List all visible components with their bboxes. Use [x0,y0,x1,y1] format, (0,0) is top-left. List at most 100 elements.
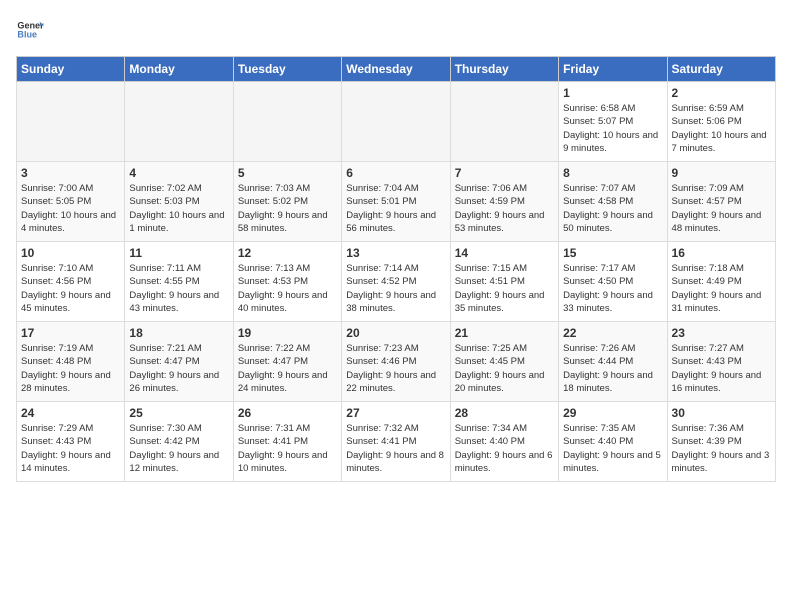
calendar-table: SundayMondayTuesdayWednesdayThursdayFrid… [16,56,776,482]
logo: General Blue [16,16,44,44]
day-info: Sunrise: 7:14 AM Sunset: 4:52 PM Dayligh… [346,262,445,315]
day-info: Sunrise: 7:23 AM Sunset: 4:46 PM Dayligh… [346,342,445,395]
day-info: Sunrise: 7:29 AM Sunset: 4:43 PM Dayligh… [21,422,120,475]
calendar-cell: 29 Sunrise: 7:35 AM Sunset: 4:40 PM Dayli… [559,402,667,482]
day-number: 11 [129,246,228,260]
day-header-wednesday: Wednesday [342,57,450,82]
day-info: Sunrise: 7:27 AM Sunset: 4:43 PM Dayligh… [672,342,771,395]
day-number: 8 [563,166,662,180]
calendar-cell [125,82,233,162]
day-header-monday: Monday [125,57,233,82]
day-number: 18 [129,326,228,340]
day-info: Sunrise: 7:36 AM Sunset: 4:39 PM Dayligh… [672,422,771,475]
calendar-cell: 1 Sunrise: 6:58 AM Sunset: 5:07 PM Daylig… [559,82,667,162]
calendar-cell [233,82,341,162]
day-info: Sunrise: 7:19 AM Sunset: 4:48 PM Dayligh… [21,342,120,395]
day-header-sunday: Sunday [17,57,125,82]
calendar-cell: 26Sunrise: 7:31 AM Sunset: 4:41 PM Dayli… [233,402,341,482]
day-number: 12 [238,246,337,260]
day-number: 9 [672,166,771,180]
calendar-cell: 19 Sunrise: 7:22 AM Sunset: 4:47 PM Dayli… [233,322,341,402]
day-header-tuesday: Tuesday [233,57,341,82]
day-info: Sunrise: 7:17 AM Sunset: 4:50 PM Dayligh… [563,262,662,315]
day-number: 6 [346,166,445,180]
calendar-cell: 9 Sunrise: 7:09 AM Sunset: 4:57 PM Daylig… [667,162,775,242]
day-info: Sunrise: 7:13 AM Sunset: 4:53 PM Dayligh… [238,262,337,315]
calendar-cell: 16 Sunrise: 7:18 AM Sunset: 4:49 PM Dayli… [667,242,775,322]
day-info: Sunrise: 7:00 AM Sunset: 5:05 PM Dayligh… [21,182,120,235]
day-info: Sunrise: 7:22 AM Sunset: 4:47 PM Dayligh… [238,342,337,395]
day-number: 2 [672,86,771,100]
generalblue-logo-icon: General Blue [16,16,44,44]
day-info: Sunrise: 7:35 AM Sunset: 4:40 PM Dayligh… [563,422,662,475]
day-number: 24 [21,406,120,420]
day-info: Sunrise: 7:06 AM Sunset: 4:59 PM Dayligh… [455,182,554,235]
calendar-cell [450,82,558,162]
day-number: 17 [21,326,120,340]
day-info: Sunrise: 7:18 AM Sunset: 4:49 PM Dayligh… [672,262,771,315]
day-info: Sunrise: 7:15 AM Sunset: 4:51 PM Dayligh… [455,262,554,315]
day-number: 7 [455,166,554,180]
day-number: 13 [346,246,445,260]
calendar-cell: 2 Sunrise: 6:59 AM Sunset: 5:06 PM Daylig… [667,82,775,162]
day-number: 22 [563,326,662,340]
day-info: Sunrise: 7:09 AM Sunset: 4:57 PM Dayligh… [672,182,771,235]
day-info: Sunrise: 7:25 AM Sunset: 4:45 PM Dayligh… [455,342,554,395]
calendar-week-row: 10 Sunrise: 7:10 AM Sunset: 4:56 PM Dayli… [17,242,776,322]
calendar-cell: 27 Sunrise: 7:32 AM Sunset: 4:41 PM Dayli… [342,402,450,482]
calendar-cell: 8 Sunrise: 7:07 AM Sunset: 4:58 PM Daylig… [559,162,667,242]
calendar-cell: 12 Sunrise: 7:13 AM Sunset: 4:53 PM Dayli… [233,242,341,322]
day-info: Sunrise: 7:26 AM Sunset: 4:44 PM Dayligh… [563,342,662,395]
day-number: 27 [346,406,445,420]
day-number: 1 [563,86,662,100]
calendar-cell: 7 Sunrise: 7:06 AM Sunset: 4:59 PM Daylig… [450,162,558,242]
day-number: 28 [455,406,554,420]
day-info: Sunrise: 7:07 AM Sunset: 4:58 PM Dayligh… [563,182,662,235]
day-number: 16 [672,246,771,260]
day-number: 25 [129,406,228,420]
day-info: Sunrise: 7:03 AM Sunset: 5:02 PM Dayligh… [238,182,337,235]
calendar-cell: 22 Sunrise: 7:26 AM Sunset: 4:44 PM Dayli… [559,322,667,402]
svg-text:Blue: Blue [17,30,37,40]
calendar-cell: 25 Sunrise: 7:30 AM Sunset: 4:42 PM Dayli… [125,402,233,482]
day-info: Sunrise: 7:11 AM Sunset: 4:55 PM Dayligh… [129,262,228,315]
day-info: Sunrise: 7:10 AM Sunset: 4:56 PM Dayligh… [21,262,120,315]
day-number: 21 [455,326,554,340]
calendar-cell: 6 Sunrise: 7:04 AM Sunset: 5:01 PM Daylig… [342,162,450,242]
calendar-header-row: SundayMondayTuesdayWednesdayThursdayFrid… [17,57,776,82]
calendar-cell [342,82,450,162]
calendar-cell: 11 Sunrise: 7:11 AM Sunset: 4:55 PM Dayli… [125,242,233,322]
day-info: Sunrise: 7:30 AM Sunset: 4:42 PM Dayligh… [129,422,228,475]
calendar-cell: 20Sunrise: 7:23 AM Sunset: 4:46 PM Dayli… [342,322,450,402]
day-number: 19 [238,326,337,340]
calendar-cell: 21 Sunrise: 7:25 AM Sunset: 4:45 PM Dayli… [450,322,558,402]
day-info: Sunrise: 6:58 AM Sunset: 5:07 PM Dayligh… [563,102,662,155]
day-header-friday: Friday [559,57,667,82]
calendar-cell [17,82,125,162]
day-info: Sunrise: 7:32 AM Sunset: 4:41 PM Dayligh… [346,422,445,475]
day-header-saturday: Saturday [667,57,775,82]
calendar-cell: 30Sunrise: 7:36 AM Sunset: 4:39 PM Dayli… [667,402,775,482]
day-number: 23 [672,326,771,340]
day-info: Sunrise: 6:59 AM Sunset: 5:06 PM Dayligh… [672,102,771,155]
day-info: Sunrise: 7:21 AM Sunset: 4:47 PM Dayligh… [129,342,228,395]
day-info: Sunrise: 7:04 AM Sunset: 5:01 PM Dayligh… [346,182,445,235]
day-info: Sunrise: 7:02 AM Sunset: 5:03 PM Dayligh… [129,182,228,235]
calendar-cell: 4Sunrise: 7:02 AM Sunset: 5:03 PM Daylig… [125,162,233,242]
day-number: 3 [21,166,120,180]
calendar-cell: 28 Sunrise: 7:34 AM Sunset: 4:40 PM Dayli… [450,402,558,482]
day-info: Sunrise: 7:34 AM Sunset: 4:40 PM Dayligh… [455,422,554,475]
calendar-cell: 18 Sunrise: 7:21 AM Sunset: 4:47 PM Dayli… [125,322,233,402]
calendar-cell: 3 Sunrise: 7:00 AM Sunset: 5:05 PM Daylig… [17,162,125,242]
day-number: 29 [563,406,662,420]
day-number: 5 [238,166,337,180]
calendar-cell: 17 Sunrise: 7:19 AM Sunset: 4:48 PM Dayli… [17,322,125,402]
calendar-cell: 10 Sunrise: 7:10 AM Sunset: 4:56 PM Dayli… [17,242,125,322]
day-number: 14 [455,246,554,260]
calendar-cell: 15Sunrise: 7:17 AM Sunset: 4:50 PM Dayli… [559,242,667,322]
day-number: 10 [21,246,120,260]
calendar-week-row: 1 Sunrise: 6:58 AM Sunset: 5:07 PM Daylig… [17,82,776,162]
calendar-week-row: 3 Sunrise: 7:00 AM Sunset: 5:05 PM Daylig… [17,162,776,242]
day-header-thursday: Thursday [450,57,558,82]
calendar-cell: 14 Sunrise: 7:15 AM Sunset: 4:51 PM Dayli… [450,242,558,322]
